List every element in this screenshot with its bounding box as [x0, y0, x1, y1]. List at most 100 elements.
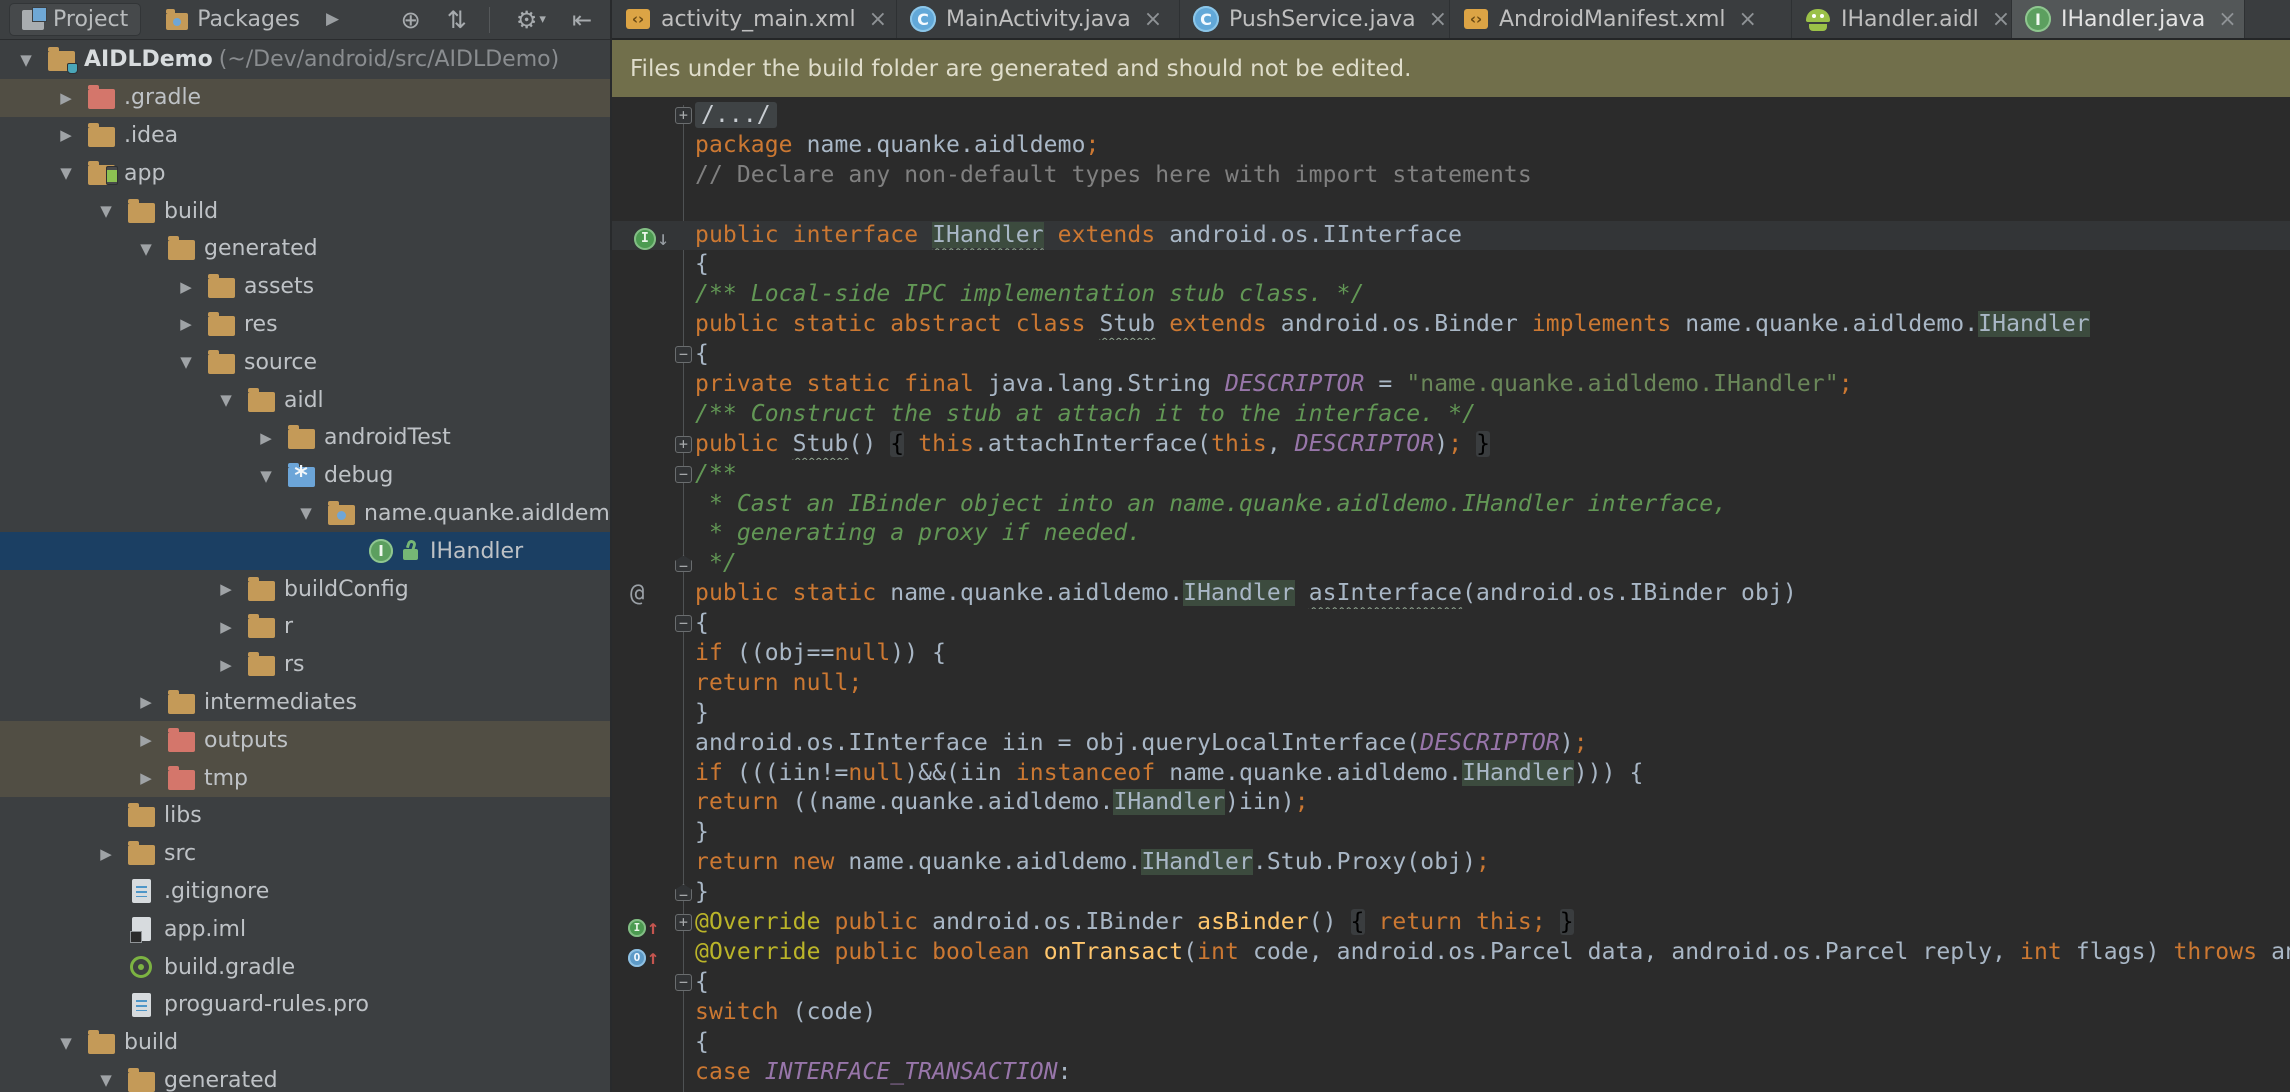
implements-method-gutter-icon[interactable]: I↑: [628, 913, 659, 938]
tree-item-build[interactable]: ▼build: [0, 192, 610, 230]
chevron-expanded-icon[interactable]: ▼: [86, 202, 126, 220]
tree-item-rs[interactable]: ▶rs: [0, 646, 610, 684]
code-line-12[interactable]: +public Stub() { this.attachInterface(th…: [612, 430, 2290, 460]
code-line-16[interactable]: − */: [612, 549, 2290, 579]
tree-item-r[interactable]: ▶r: [0, 608, 610, 646]
tree-item-assets[interactable]: ▶assets: [0, 268, 610, 306]
hide-panel-icon[interactable]: ⇤: [572, 8, 592, 32]
chevron-collapsed-icon[interactable]: ▶: [206, 580, 246, 598]
editor-tab-androidmanifest-xml[interactable]: ‹›AndroidManifest.xml×: [1450, 0, 1792, 38]
tree-item-tmp[interactable]: ▶tmp: [0, 759, 610, 797]
fold-marker[interactable]: +: [675, 914, 692, 931]
close-icon[interactable]: ×: [1144, 7, 1162, 32]
code-line-4[interactable]: [612, 191, 2290, 221]
code-line-26[interactable]: return new name.quanke.aidldemo.IHandler…: [612, 848, 2290, 878]
project-view-tab[interactable]: Project: [10, 4, 140, 35]
tree-item-debug[interactable]: ▼*debug: [0, 457, 610, 495]
fold-marker[interactable]: −: [675, 346, 692, 363]
tree-item-build-gradle[interactable]: build.gradle: [0, 948, 610, 986]
code-line-32[interactable]: {: [612, 1028, 2290, 1058]
chevron-collapsed-icon[interactable]: ▶: [126, 693, 166, 711]
chevron-collapsed-icon[interactable]: ▶: [246, 429, 286, 447]
editor-tab-ihandler-java[interactable]: IIHandler.java×: [2012, 0, 2245, 38]
close-icon[interactable]: ×: [1992, 7, 2010, 32]
code-line-30[interactable]: −{: [612, 968, 2290, 998]
close-icon[interactable]: ×: [869, 7, 887, 32]
collapse-all-icon[interactable]: ⇅: [447, 8, 467, 32]
tree-item-ihandler[interactable]: IIHandler: [0, 532, 610, 570]
code-line-31[interactable]: switch (code): [612, 998, 2290, 1028]
chevron-collapsed-icon[interactable]: ▶: [206, 618, 246, 636]
code-line-33[interactable]: case INTERFACE_TRANSACTION:: [612, 1058, 2290, 1088]
code-line-10[interactable]: private static final java.lang.String DE…: [612, 370, 2290, 400]
tree-item-generated[interactable]: ▼generated: [0, 1062, 610, 1092]
code-editor[interactable]: +/.../package name.quanke.aidldemo;// De…: [612, 97, 2290, 1092]
close-icon[interactable]: ×: [2218, 7, 2236, 32]
code-line-3[interactable]: // Declare any non-default types here wi…: [612, 161, 2290, 191]
chevron-expanded-icon[interactable]: ▼: [6, 51, 46, 69]
scroll-views-right-icon[interactable]: ▶: [326, 11, 339, 28]
code-line-8[interactable]: public static abstract class Stub extend…: [612, 310, 2290, 340]
settings-gear-icon[interactable]: ⚙▾: [516, 8, 546, 32]
tree-item--gradle[interactable]: ▶.gradle: [0, 79, 610, 117]
fold-marker[interactable]: +: [675, 436, 692, 453]
chevron-collapsed-icon[interactable]: ▶: [126, 731, 166, 749]
chevron-collapsed-icon[interactable]: ▶: [46, 126, 86, 144]
code-line-18[interactable]: −{: [612, 609, 2290, 639]
close-icon[interactable]: ×: [1739, 7, 1757, 32]
code-line-23[interactable]: if (((iin!=null)&&(iin instanceof name.q…: [612, 759, 2290, 789]
tree-item-source[interactable]: ▼source: [0, 343, 610, 381]
tree-item-name-quanke-aidldemo[interactable]: ▼name.quanke.aidldemo: [0, 495, 610, 533]
code-line-9[interactable]: −{: [612, 340, 2290, 370]
editor-tab-activity-main-xml[interactable]: ‹›activity_main.xml×: [612, 0, 897, 38]
code-line-7[interactable]: /** Local-side IPC implementation stub c…: [612, 280, 2290, 310]
intention-bulb-icon[interactable]: [709, 195, 726, 215]
tree-item-androidtest[interactable]: ▶androidTest: [0, 419, 610, 457]
code-line-25[interactable]: }: [612, 818, 2290, 848]
code-line-2[interactable]: package name.quanke.aidldemo;: [612, 131, 2290, 161]
code-line-28[interactable]: I↑+@Override public android.os.IBinder a…: [612, 908, 2290, 938]
code-line-6[interactable]: {: [612, 250, 2290, 280]
code-line-5[interactable]: I↓public interface IHandler extends andr…: [612, 221, 2290, 251]
editor-tab-pushservice-java[interactable]: CPushService.java×: [1180, 0, 1450, 38]
implemented-interface-gutter-icon[interactable]: I↓: [634, 224, 669, 251]
chevron-expanded-icon[interactable]: ▼: [86, 1071, 126, 1089]
fold-marker[interactable]: −: [675, 884, 692, 901]
chevron-expanded-icon[interactable]: ▼: [206, 391, 246, 409]
tree-item-generated[interactable]: ▼generated: [0, 230, 610, 268]
tree-item-build[interactable]: ▼build: [0, 1024, 610, 1062]
packages-view-tab[interactable]: Packages: [154, 4, 312, 35]
fold-marker[interactable]: −: [675, 615, 692, 632]
tree-item-app-iml[interactable]: app.iml: [0, 910, 610, 948]
chevron-collapsed-icon[interactable]: ▶: [86, 845, 126, 863]
code-line-13[interactable]: −/**: [612, 460, 2290, 490]
annotation-gutter-icon[interactable]: @: [630, 579, 645, 608]
chevron-collapsed-icon[interactable]: ▶: [166, 315, 206, 333]
tree-item-proguard-rules-pro[interactable]: proguard-rules.pro: [0, 986, 610, 1024]
code-line-21[interactable]: }: [612, 699, 2290, 729]
chevron-expanded-icon[interactable]: ▼: [46, 164, 86, 182]
chevron-expanded-icon[interactable]: ▼: [166, 353, 206, 371]
fold-marker[interactable]: −: [675, 974, 692, 991]
chevron-collapsed-icon[interactable]: ▶: [206, 656, 246, 674]
locate-icon[interactable]: ⊕: [401, 8, 421, 32]
tree-item-res[interactable]: ▶res: [0, 306, 610, 344]
tree-item-src[interactable]: ▶src: [0, 835, 610, 873]
chevron-collapsed-icon[interactable]: ▶: [126, 769, 166, 787]
code-line-20[interactable]: return null;: [612, 669, 2290, 699]
chevron-expanded-icon[interactable]: ▼: [126, 240, 166, 258]
tree-item-buildconfig[interactable]: ▶buildConfig: [0, 570, 610, 608]
editor-tab-mainactivity-java[interactable]: CMainActivity.java×: [897, 0, 1180, 38]
tree-item-libs[interactable]: libs: [0, 797, 610, 835]
fold-marker[interactable]: +: [675, 107, 692, 124]
tree-item-aidl[interactable]: ▼aidl: [0, 381, 610, 419]
editor-tab-ihandler-aidl[interactable]: IHandler.aidl×: [1792, 0, 2012, 38]
chevron-expanded-icon[interactable]: ▼: [46, 1034, 86, 1052]
tree-item-outputs[interactable]: ▶outputs: [0, 721, 610, 759]
chevron-expanded-icon[interactable]: ▼: [246, 467, 286, 485]
code-line-1[interactable]: +/.../: [612, 101, 2290, 131]
code-line-29[interactable]: O↑@Override public boolean onTransact(in…: [612, 938, 2290, 968]
code-line-19[interactable]: if ((obj==null)) {: [612, 639, 2290, 669]
fold-marker[interactable]: −: [675, 466, 692, 483]
code-line-14[interactable]: * Cast an IBinder object into an name.qu…: [612, 490, 2290, 520]
